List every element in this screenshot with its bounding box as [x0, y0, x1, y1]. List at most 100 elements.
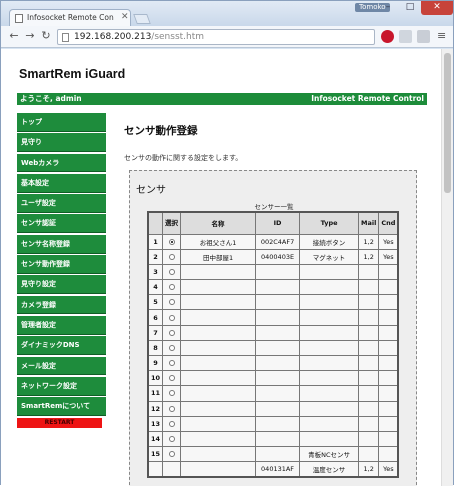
back-icon[interactable]: ← — [7, 29, 21, 43]
select-radio[interactable] — [168, 390, 175, 397]
sensor-id — [255, 279, 301, 296]
table-row: 040131AF 温度センサ 1,2 Yes — [147, 461, 399, 478]
extension-red-icon[interactable] — [381, 30, 394, 43]
forward-icon[interactable]: → — [23, 29, 37, 43]
sensor-name — [180, 294, 257, 311]
browser-tab[interactable]: Infosocket Remote Con ✕ — [9, 9, 131, 26]
sensor-id: 002C4AF7 — [255, 233, 301, 250]
sidebar-menu: トップ 見守り Webカメラ 基本設定 ユーザ設定 センサ認証 センサ名称登録 センサ動作登録… — [17, 113, 106, 428]
sidebar-item-8[interactable]: 見守り設定 — [17, 275, 106, 295]
sensor-type — [299, 370, 360, 387]
row-select-cell — [162, 415, 182, 432]
select-radio[interactable] — [168, 451, 175, 458]
sensor-cnd — [378, 354, 399, 372]
sidebar-item-0[interactable]: トップ — [17, 113, 106, 132]
sidebar-item-11[interactable]: ダイナミックDNS — [17, 336, 106, 356]
extension-cloud-icon[interactable] — [417, 30, 430, 43]
sidebar-item-4[interactable]: ユーザ設定 — [17, 194, 106, 213]
select-radio[interactable] — [168, 268, 175, 275]
col-select: 選択 — [162, 211, 182, 235]
restart-button[interactable]: RESTART — [17, 417, 102, 428]
scrollbar-thumb[interactable] — [444, 53, 451, 193]
sidebar-item-14[interactable]: SmartRemについて — [17, 397, 106, 416]
sensor-mail — [358, 400, 380, 417]
select-radio[interactable] — [168, 329, 175, 336]
sensor-mail — [358, 294, 380, 311]
address-bar[interactable]: 192.168.200.213/sensst.htm ☆ — [57, 29, 428, 45]
sensor-name — [180, 309, 257, 326]
table-row: 9 — [147, 354, 399, 372]
sidebar-item-3[interactable]: 基本設定 — [17, 173, 106, 193]
row-number: 14 — [147, 430, 164, 448]
new-tab-button[interactable] — [133, 14, 151, 24]
sensor-mail: 1,2 — [358, 233, 380, 250]
col-mail: Mail — [358, 211, 380, 235]
row-number: 4 — [147, 279, 164, 296]
row-select-cell — [162, 233, 182, 250]
welcome-text: ようこそ, admin — [20, 94, 82, 103]
sensor-mail — [358, 309, 380, 326]
sidebar-item-10[interactable]: 管理者設定 — [17, 315, 106, 335]
select-radio[interactable] — [168, 436, 175, 443]
sensor-type — [299, 339, 360, 357]
sensor-cnd — [378, 309, 399, 326]
menu-icon[interactable]: ≡ — [437, 29, 446, 42]
col-number — [147, 211, 164, 235]
select-radio[interactable] — [168, 284, 175, 291]
maximize-button[interactable]: □ — [399, 1, 421, 15]
table-row: 4 — [147, 279, 399, 296]
tab-strip: Tomoko Infosocket Remote Con ✕ – □ ✕ — [1, 1, 453, 26]
sensor-mail — [358, 385, 380, 402]
sidebar-item-13[interactable]: ネットワーク設定 — [17, 376, 106, 396]
sidebar-item-5[interactable]: センサ認証 — [17, 214, 106, 234]
select-radio[interactable] — [168, 314, 175, 321]
sensor-id — [255, 446, 301, 463]
sensor-type — [299, 263, 360, 281]
row-number: 6 — [147, 309, 164, 326]
row-select-cell — [162, 339, 182, 357]
select-radio[interactable] — [168, 299, 175, 306]
page-icon — [62, 33, 69, 42]
sidebar-item-9[interactable]: カメラ登録 — [17, 295, 106, 315]
extension-download-icon[interactable] — [399, 30, 412, 43]
sensor-cnd — [378, 400, 399, 417]
select-radio[interactable] — [168, 375, 175, 382]
url-path: /sensst.htm — [151, 32, 205, 42]
sensor-cnd — [378, 324, 399, 341]
select-radio[interactable] — [168, 405, 175, 412]
page-title: センサ動作登録 — [124, 125, 198, 137]
sensor-type — [299, 354, 360, 372]
sensor-id — [255, 339, 301, 357]
sidebar-item-1[interactable]: 見守り — [17, 133, 106, 153]
sidebar-item-12[interactable]: メール設定 — [17, 356, 106, 376]
sensor-name: お祖父さん1 — [180, 233, 257, 250]
select-radio[interactable] — [168, 344, 175, 351]
row-number: 8 — [147, 339, 164, 357]
header-bar: ようこそ, admin Infosocket Remote Control — [17, 93, 427, 105]
sensor-name — [180, 400, 257, 417]
row-select-cell — [162, 294, 182, 311]
window-close-button[interactable]: ✕ — [421, 1, 453, 15]
sensor-cnd — [378, 263, 399, 281]
sensor-type — [299, 430, 360, 448]
table-row: 15 青板NCセンサ — [147, 446, 399, 463]
sidebar-item-2[interactable]: Webカメラ — [17, 153, 106, 173]
select-radio[interactable] — [168, 253, 175, 260]
url-text[interactable]: 192.168.200.213/sensst.htm — [74, 31, 204, 44]
reload-icon[interactable]: ↻ — [39, 29, 53, 43]
sidebar-item-6[interactable]: センサ名称登録 — [17, 234, 106, 254]
table-row: 12 — [147, 400, 399, 417]
sensor-id — [255, 385, 301, 402]
table-row: 3 — [147, 263, 399, 281]
vertical-scrollbar[interactable] — [441, 49, 453, 486]
select-radio[interactable] — [168, 238, 175, 245]
select-radio[interactable] — [168, 420, 175, 427]
minimize-button[interactable]: – — [377, 1, 399, 15]
main-content: センサ動作登録 センサの動作に関する設定をします。 — [124, 123, 429, 163]
tab-close-icon[interactable]: ✕ — [121, 12, 129, 22]
sensor-id — [255, 400, 301, 417]
sidebar-item-7[interactable]: センサ動作登録 — [17, 255, 106, 274]
select-radio[interactable] — [168, 360, 175, 367]
sensor-type — [299, 385, 360, 402]
sensor-id: 0400403E — [255, 248, 301, 265]
